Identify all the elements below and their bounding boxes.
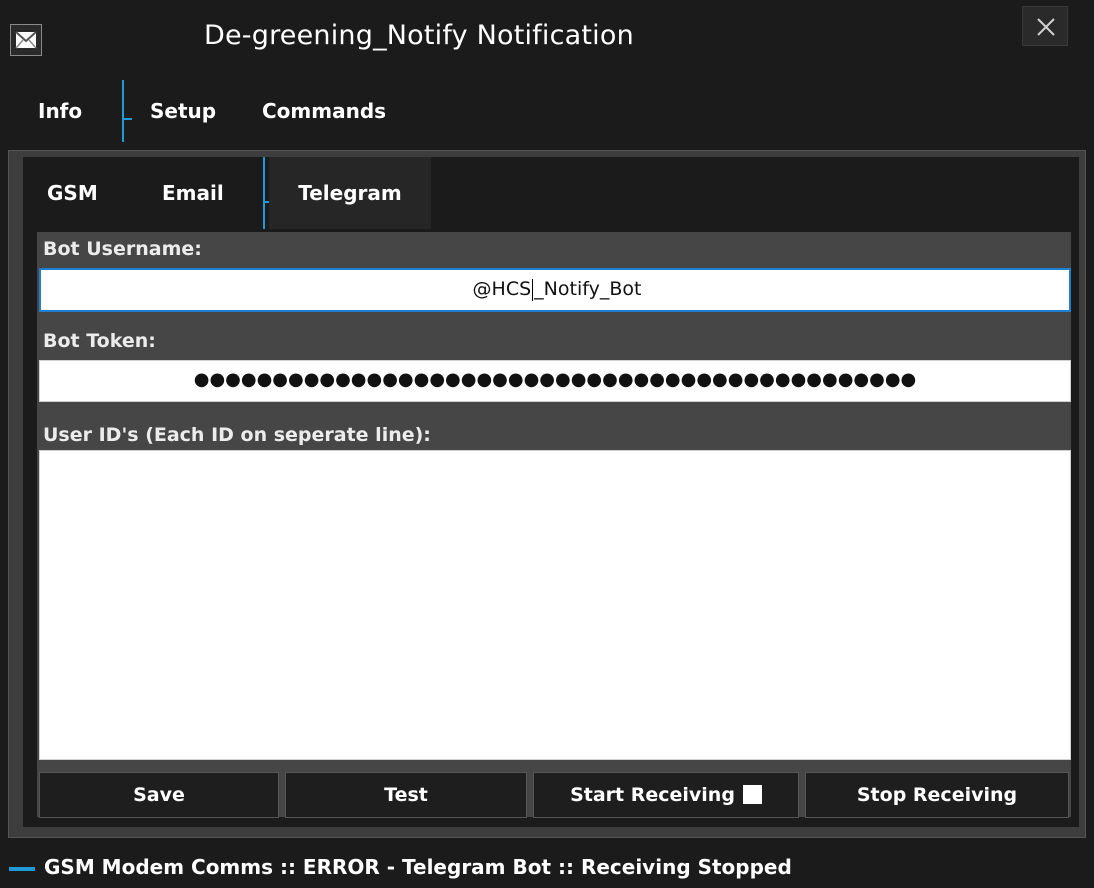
button-row: Save Test Start Receiving Stop Receiving: [37, 772, 1071, 820]
bot-token-label: Bot Token:: [43, 330, 156, 352]
close-button[interactable]: [1022, 6, 1068, 46]
tab-commands[interactable]: Commands: [262, 80, 386, 142]
bot-username-text-start: @HCS: [472, 278, 532, 300]
status-indicator: [9, 867, 35, 871]
subtab-email[interactable]: Email: [162, 157, 224, 229]
receiving-checkbox[interactable]: [742, 784, 762, 804]
notification-window: De-greening_Notify Notification Info Set…: [0, 0, 1094, 888]
user-ids-textarea[interactable]: [39, 450, 1071, 760]
bot-username-label: Bot Username:: [43, 238, 202, 260]
test-button[interactable]: Test: [285, 772, 527, 818]
status-bar: GSM Modem Comms :: ERROR - Telegram Bot …: [0, 846, 1094, 888]
status-text: GSM Modem Comms :: ERROR - Telegram Bot …: [44, 855, 792, 879]
subtab-telegram[interactable]: Telegram: [269, 157, 431, 229]
telegram-form: Bot Username: @HCS _Notify_Bot Bot Token:…: [37, 232, 1071, 817]
title-bar: De-greening_Notify Notification: [0, 0, 1094, 80]
user-ids-label: User ID's (Each ID on seperate line):: [43, 424, 431, 446]
stop-receiving-button[interactable]: Stop Receiving: [805, 772, 1069, 818]
close-icon: [1037, 18, 1055, 36]
subtab-divider: [263, 157, 265, 229]
tab-setup[interactable]: Setup: [150, 80, 216, 142]
tab-info[interactable]: Info: [38, 80, 82, 142]
window-title: De-greening_Notify Notification: [204, 20, 634, 51]
save-button[interactable]: Save: [39, 772, 279, 818]
envelope-icon: [10, 24, 42, 56]
bot-username-input[interactable]: @HCS _Notify_Bot: [39, 268, 1071, 312]
subtab-gsm[interactable]: GSM: [47, 157, 98, 229]
start-receiving-label: Start Receiving: [570, 784, 735, 806]
bot-token-input[interactable]: ●●●●●●●●●●●●●●●●●●●●●●●●●●●●●●●●●●●●●●●●…: [39, 360, 1071, 402]
bot-token-masked-value: ●●●●●●●●●●●●●●●●●●●●●●●●●●●●●●●●●●●●●●●●…: [193, 369, 917, 390]
start-receiving-button[interactable]: Start Receiving: [533, 772, 799, 818]
bot-username-text-end: _Notify_Bot: [534, 278, 642, 300]
main-tabs: Info Setup Commands: [0, 80, 1094, 142]
tab-divider: [122, 80, 124, 142]
tab-active-marker: [124, 118, 132, 120]
